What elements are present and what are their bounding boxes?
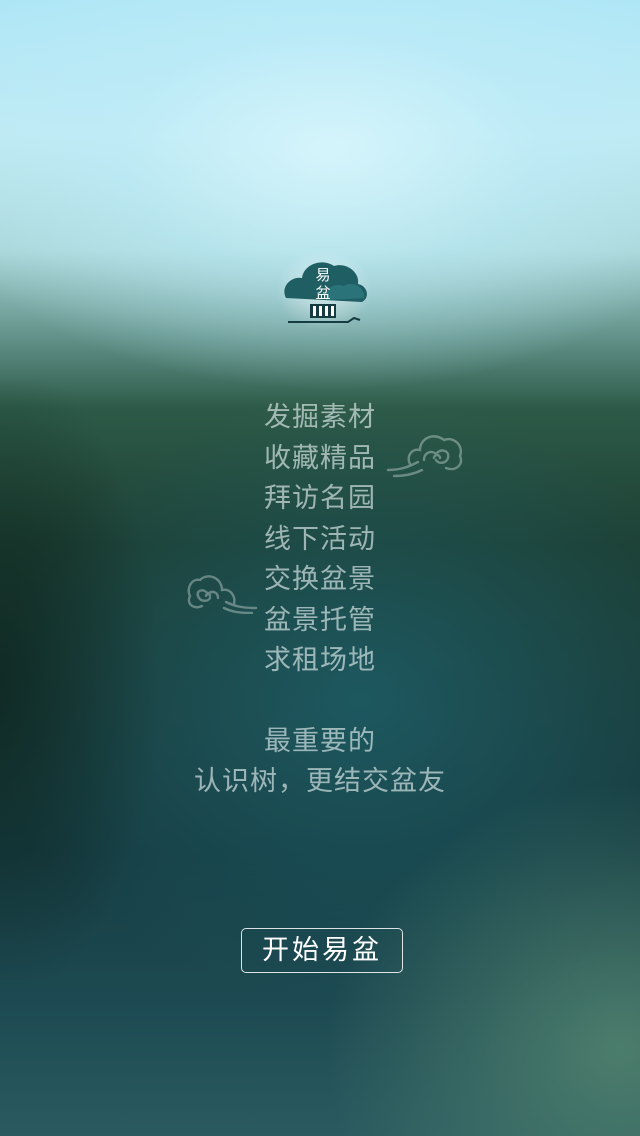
feature-item: 发掘素材 <box>264 402 376 433</box>
app-logo: 易 盆 <box>276 250 372 330</box>
logo-text-top: 易 <box>315 266 330 284</box>
feature-item: 盆景托管 <box>264 604 376 636</box>
logo-text-bottom: 盆 <box>315 284 330 302</box>
feature-item: 收藏精品 <box>264 442 376 474</box>
tagline-line-1: 最重要的 <box>264 725 376 757</box>
start-button[interactable]: 开始易盆 <box>241 928 403 973</box>
feature-item: 交换盆景 <box>264 564 376 595</box>
feature-list: 发掘素材 收藏精品 拜访名园 线下活动 交换盆景 盆景托管 求租场地 最重要的 … <box>0 398 640 803</box>
bonsai-tree-logo-icon: 易 盆 <box>276 250 372 330</box>
feature-item: 求租场地 <box>264 645 376 676</box>
feature-item: 拜访名园 <box>264 483 376 514</box>
tagline-line-2: 认识树，更结交盆友 <box>194 766 446 797</box>
feature-item: 线下活动 <box>264 523 376 555</box>
